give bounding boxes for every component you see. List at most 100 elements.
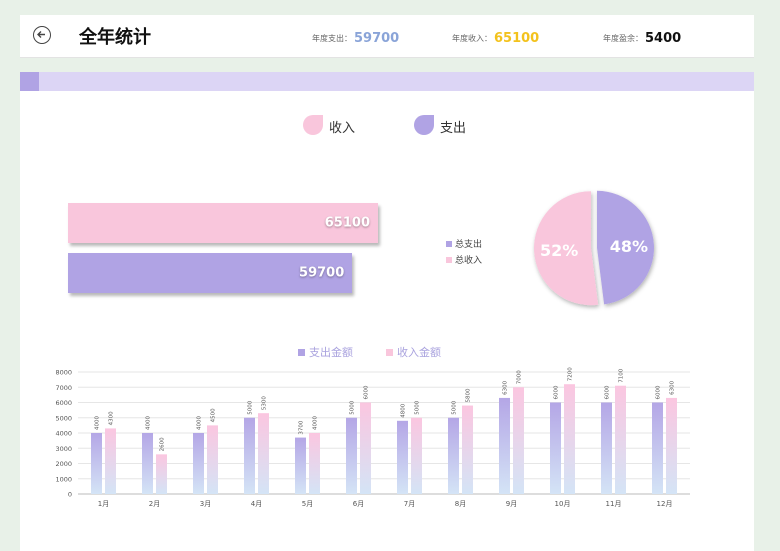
bar-income xyxy=(105,428,116,494)
bar-income xyxy=(258,413,269,494)
bar-expense xyxy=(295,437,306,494)
pie-slice-income-label: 52% xyxy=(540,241,578,260)
data-label: 4000 xyxy=(197,416,203,430)
bar-expense xyxy=(142,433,153,494)
drop-icon-income xyxy=(303,115,323,135)
y-tick-label: 8000 xyxy=(55,369,72,377)
page-title: 全年统计 xyxy=(79,27,151,48)
bar-legend-expense-label: 支出金额 xyxy=(309,346,353,359)
data-label: 6000 xyxy=(656,385,662,399)
legend-income-label: 收入 xyxy=(329,121,356,136)
stat-income-label: 年度收入： xyxy=(452,34,492,43)
bar-income xyxy=(207,425,218,494)
stat-expense-value: 59700 xyxy=(354,31,400,46)
y-tick-label: 4000 xyxy=(55,430,72,438)
bar-legend-expense: 支出金额 xyxy=(298,344,353,360)
bar-legend-income-label: 收入金额 xyxy=(397,346,441,359)
expense-total-bar: 59700 xyxy=(68,253,353,293)
x-tick-label: 8月 xyxy=(455,500,466,508)
pie-legend-income-label: 总收入 xyxy=(455,256,483,266)
bar-expense xyxy=(346,417,357,494)
bar-legend-income-swatch xyxy=(386,348,393,356)
stat-surplus: 年度盈余： 5400 xyxy=(603,28,681,47)
x-tick-label: 11月 xyxy=(606,500,622,508)
arrow-left-icon xyxy=(37,31,45,38)
legend-expense-label: 支出 xyxy=(440,121,467,136)
bar-expense xyxy=(499,397,510,494)
data-label: 6300 xyxy=(670,380,676,394)
y-tick-label: 0 xyxy=(68,491,72,499)
data-label: 4000 xyxy=(146,416,152,430)
x-tick-label: 4月 xyxy=(251,500,262,508)
section-band-accent xyxy=(20,72,39,91)
stat-income: 年度收入： 65100 xyxy=(452,28,539,47)
pie-legend-expense-swatch xyxy=(446,240,452,247)
data-label: 6000 xyxy=(554,385,560,399)
pie-legend-income: 总收入 xyxy=(446,253,482,266)
stat-surplus-value: 5400 xyxy=(645,31,682,46)
bar-legend-income: 收入金额 xyxy=(386,344,441,360)
bar-income xyxy=(666,397,677,494)
y-tick-label: 5000 xyxy=(55,414,72,422)
bar-expense xyxy=(601,402,612,494)
bar-income xyxy=(462,405,473,494)
bar-income xyxy=(513,387,524,494)
bar-income xyxy=(615,385,626,494)
bar-income xyxy=(411,417,422,494)
pie-slice-expense-label: 48% xyxy=(610,237,648,256)
data-label: 5800 xyxy=(466,388,472,402)
data-label: 6300 xyxy=(503,380,509,394)
y-tick-label: 2000 xyxy=(55,460,72,468)
stat-surplus-label: 年度盈余： xyxy=(603,34,643,43)
data-label: 4000 xyxy=(313,416,319,430)
data-label: 7100 xyxy=(619,368,625,382)
data-label: 4300 xyxy=(109,411,115,425)
pie-chart: 48% 52% xyxy=(534,190,654,306)
y-tick-label: 7000 xyxy=(55,384,72,392)
bar-expense xyxy=(244,417,255,494)
pie-legend-expense-label: 总支出 xyxy=(455,240,483,250)
data-label: 4000 xyxy=(95,416,101,430)
stat-income-value: 65100 xyxy=(494,31,540,46)
bar-expense xyxy=(448,417,459,494)
x-tick-label: 10月 xyxy=(555,500,571,508)
data-label: 5000 xyxy=(350,400,356,414)
back-button[interactable] xyxy=(33,26,51,44)
data-label: 5300 xyxy=(262,396,268,410)
header-bar: 全年统计 年度支出： 59700 年度收入： 65100 年度盈余： 5400 xyxy=(20,15,754,58)
x-tick-label: 3月 xyxy=(200,500,211,508)
monthly-bar-chart: 0 1000 2000 3000 4000 5000 6000 7000 8000 4000 430… xyxy=(55,367,690,508)
bar-expense xyxy=(91,433,102,494)
stat-expense: 年度支出： 59700 xyxy=(312,28,399,47)
y-tick-label: 3000 xyxy=(55,445,72,453)
stat-expense-label: 年度支出： xyxy=(312,34,352,43)
x-tick-label: 9月 xyxy=(506,500,517,508)
x-tick-label: 5月 xyxy=(302,500,313,508)
bar-expense xyxy=(193,433,204,494)
data-label: 6000 xyxy=(364,385,370,399)
y-tick-label: 6000 xyxy=(55,399,72,407)
data-label: 3700 xyxy=(299,420,305,434)
data-label: 5000 xyxy=(415,400,421,414)
income-total-bar: 65100 xyxy=(68,203,378,243)
bar-legend-expense-swatch xyxy=(298,348,305,356)
data-label: 5000 xyxy=(248,400,254,414)
data-label: 5000 xyxy=(452,400,458,414)
income-total-value: 65100 xyxy=(324,215,370,231)
y-tick-label: 1000 xyxy=(55,475,72,483)
data-label: 7200 xyxy=(568,367,574,381)
pie-legend-expense: 总支出 xyxy=(446,237,482,250)
x-tick-label: 7月 xyxy=(404,500,415,508)
data-label: 6000 xyxy=(605,385,611,399)
x-tick-label: 12月 xyxy=(657,500,673,508)
data-label: 4800 xyxy=(401,403,407,417)
x-tick-label: 6月 xyxy=(353,500,364,508)
section-band xyxy=(20,72,754,91)
bar-income xyxy=(360,402,371,494)
bar-income xyxy=(309,433,320,494)
x-tick-label: 1月 xyxy=(98,500,109,508)
data-label: 2600 xyxy=(160,437,166,451)
expense-total-value: 59700 xyxy=(299,265,345,281)
data-label: 7000 xyxy=(517,370,523,384)
bar-expense xyxy=(652,402,663,494)
